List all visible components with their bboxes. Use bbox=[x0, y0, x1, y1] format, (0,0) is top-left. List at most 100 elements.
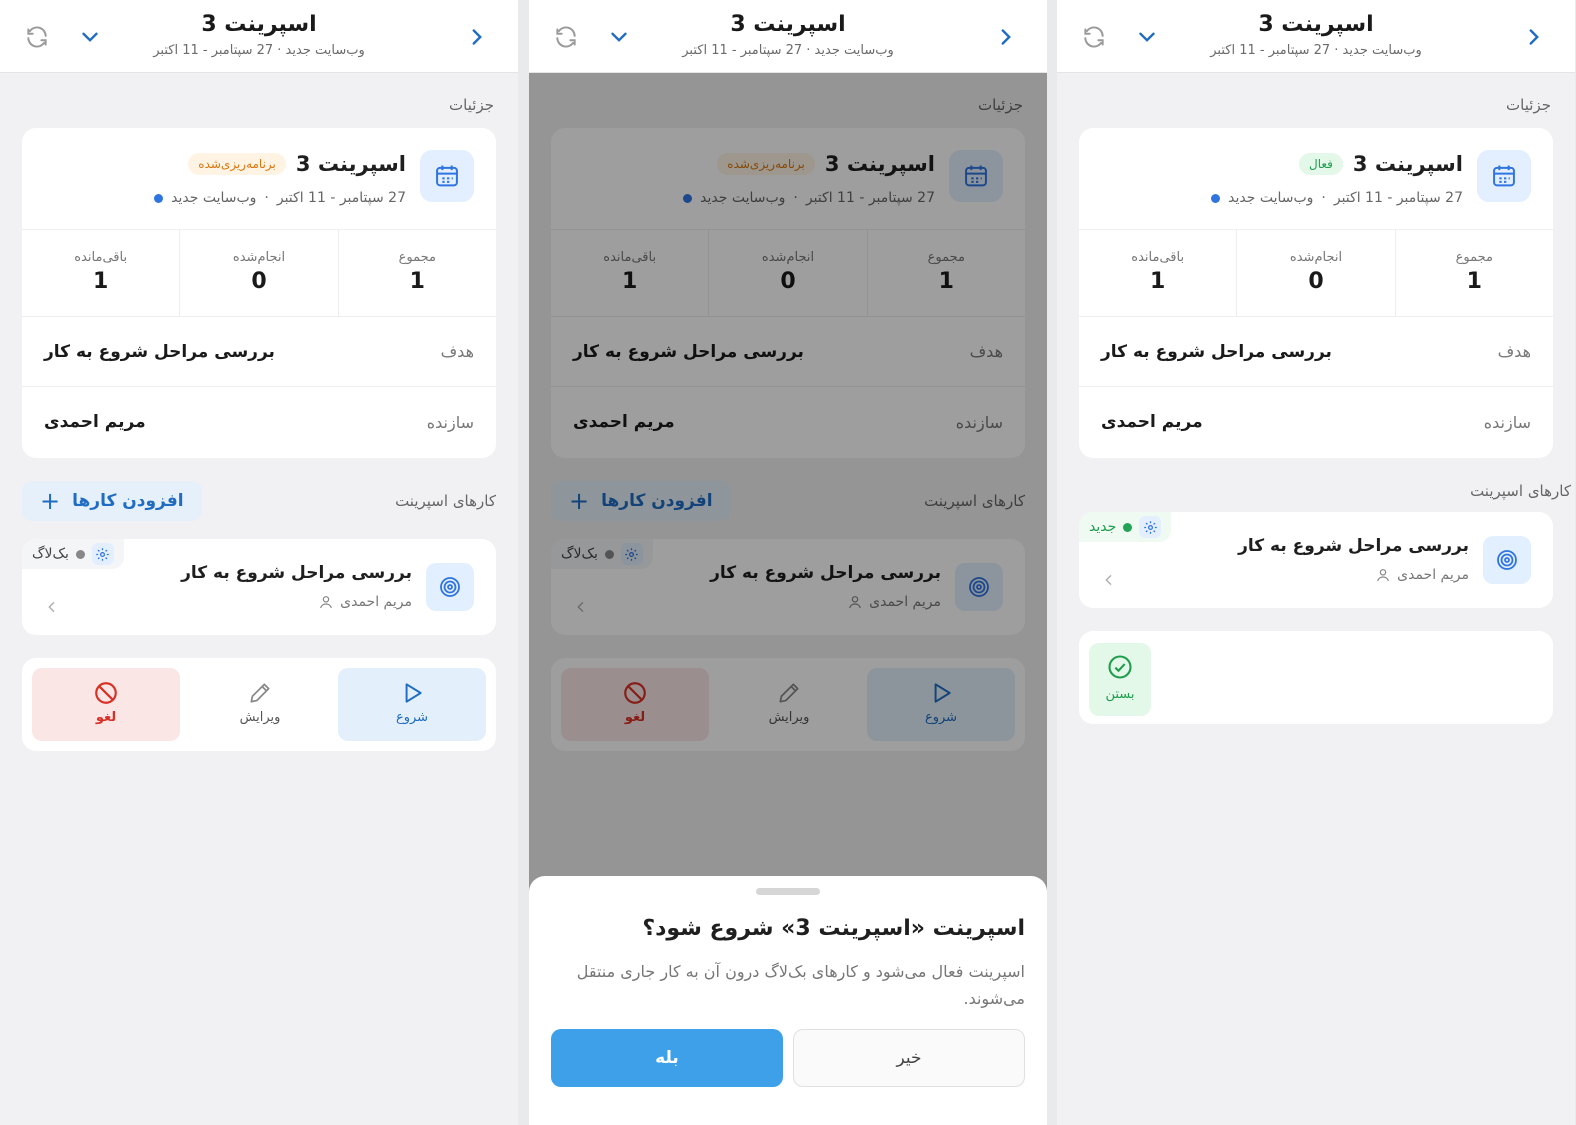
start-button[interactable]: شروع bbox=[338, 668, 486, 741]
creator-row: سازنده مریم احمدی bbox=[1079, 387, 1553, 457]
sprint-dates: 27 سپتامبر - 11 اکتبر bbox=[276, 190, 406, 206]
target-icon bbox=[1483, 536, 1531, 584]
app-header: اسپرینت 3 وب‌سایت جدید · 27 سپتامبر - 11… bbox=[0, 0, 518, 73]
app-header: اسپرینت 3 وب‌سایت جدید · 27 سپتامبر - 11… bbox=[529, 0, 1047, 73]
stat-total: مجموع 1 bbox=[337, 230, 496, 316]
screen-start-confirm: اسپرینت 3 وب‌سایت جدید · 27 سپتامبر - 11… bbox=[529, 0, 1047, 1125]
stat-label: باقی‌مانده bbox=[74, 250, 128, 265]
confirm-no-button[interactable]: خیر bbox=[793, 1029, 1025, 1087]
task-assignee: مریم احمدی bbox=[340, 594, 412, 610]
play-icon bbox=[405, 683, 422, 703]
calendar-icon bbox=[1477, 150, 1531, 202]
cancel-label: لغو bbox=[95, 710, 117, 725]
tasks-header: کارهای اسپرینت bbox=[1079, 482, 1571, 500]
stat-remaining: باقی‌مانده 1 bbox=[22, 230, 179, 316]
header-subtitle: وب‌سایت جدید · 27 سپتامبر - 11 اکتبر bbox=[153, 43, 365, 58]
details-label: جزئیات bbox=[1506, 96, 1551, 114]
chevron-left-icon bbox=[44, 599, 60, 615]
details-label: جزئیات bbox=[449, 96, 494, 114]
ban-icon bbox=[95, 682, 117, 704]
gear-icon bbox=[1139, 516, 1162, 538]
status-badge: برنامه‌ریزی‌شده bbox=[188, 153, 286, 175]
stat-value: 1 bbox=[93, 269, 109, 294]
sprint-summary-card: اسپرینت 3 برنامه‌ریزی‌شده وب‌سایت جدید ·… bbox=[22, 128, 496, 458]
edit-button[interactable]: ویرایش bbox=[186, 668, 334, 741]
task-card[interactable]: بررسی مراحل شروع به کار مریم احمدی بک‌لا… bbox=[22, 539, 496, 635]
task-assignee: مریم احمدی bbox=[1397, 567, 1469, 583]
creator-label: سازنده bbox=[426, 412, 474, 432]
stat-total: مجموع 1 bbox=[1394, 230, 1553, 316]
confirm-sheet: اسپرینت «اسپرینت 3» شروع شود؟ اسپرینت فع… bbox=[529, 876, 1047, 1125]
creator-row: سازنده مریم احمدی bbox=[22, 387, 496, 457]
pencil-icon bbox=[250, 683, 270, 703]
confirm-yes-button[interactable]: بله bbox=[551, 1029, 783, 1087]
task-status-label: بک‌لاگ bbox=[32, 546, 69, 562]
header-title: اسپرینت 3 bbox=[1258, 12, 1374, 37]
stats-row: مجموع 1 انجام‌شده 0 باقی‌مانده 1 bbox=[1079, 229, 1553, 317]
screen-sprint-active: اسپرینت 3 وب‌سایت جدید · 27 سپتامبر - 11… bbox=[1057, 0, 1575, 1125]
start-label: شروع bbox=[395, 710, 429, 725]
task-status: بک‌لاگ bbox=[22, 539, 124, 569]
sprint-summary-card: اسپرینت 3 فعال وب‌سایت جدید · 27 سپتامبر… bbox=[1079, 128, 1553, 458]
goal-value: بررسی مراحل شروع به کار bbox=[44, 341, 275, 362]
action-bar: بستن bbox=[1079, 631, 1553, 724]
status-badge: فعال bbox=[1298, 153, 1343, 175]
project-dot bbox=[1211, 193, 1221, 203]
stat-label: مجموع bbox=[398, 250, 436, 265]
stat-done: انجام‌شده 0 bbox=[1236, 230, 1394, 316]
app-header: اسپرینت 3 وب‌سایت جدید · 27 سپتامبر - 11… bbox=[1057, 0, 1575, 73]
header-subtitle: وب‌سایت جدید · 27 سپتامبر - 11 اکتبر bbox=[682, 43, 894, 58]
header-title: اسپرینت 3 bbox=[730, 12, 846, 37]
user-icon bbox=[320, 596, 333, 609]
action-bar: شروع ویرایش لغو bbox=[22, 658, 496, 751]
sprint-title: اسپرینت 3 bbox=[295, 152, 406, 176]
tasks-label: کارهای اسپرینت bbox=[1470, 482, 1571, 500]
stat-value: 1 bbox=[409, 269, 425, 294]
dialog-title: اسپرینت «اسپرینت 3» شروع شود؟ bbox=[642, 916, 1025, 941]
tasks-header: کارهای اسپرینت افزودن کارها + bbox=[22, 481, 496, 521]
chevron-right-icon[interactable] bbox=[464, 24, 490, 50]
chevron-left-icon bbox=[1101, 572, 1117, 588]
goal-label: هدف bbox=[440, 342, 474, 361]
stat-label: مجموع bbox=[1455, 250, 1493, 265]
goal-label: هدف bbox=[1497, 342, 1531, 361]
task-title: بررسی مراحل شروع به کار bbox=[1238, 536, 1469, 556]
project-dot bbox=[154, 193, 164, 203]
screen-sprint-planned: اسپرینت 3 وب‌سایت جدید · 27 سپتامبر - 11… bbox=[0, 0, 518, 1125]
chevron-right-icon[interactable] bbox=[1521, 24, 1547, 50]
stats-row: مجموع 1 انجام‌شده 0 باقی‌مانده 1 bbox=[22, 229, 496, 317]
header-title: اسپرینت 3 bbox=[201, 12, 317, 37]
task-status: جدید bbox=[1079, 512, 1172, 542]
gear-icon bbox=[91, 543, 114, 565]
goal-row: هدف بررسی مراحل شروع به کار bbox=[1079, 317, 1553, 387]
stat-label: باقی‌مانده bbox=[1131, 250, 1185, 265]
target-icon bbox=[426, 563, 474, 611]
chevron-right-icon[interactable] bbox=[993, 24, 1019, 50]
plus-icon: + bbox=[40, 487, 61, 515]
stat-value: 0 bbox=[1308, 269, 1324, 294]
add-tasks-button[interactable]: افزودن کارها + bbox=[22, 481, 202, 521]
project-name: وب‌سایت جدید bbox=[1228, 190, 1314, 206]
cancel-button[interactable]: لغو bbox=[32, 668, 180, 741]
sheet-handle[interactable] bbox=[756, 888, 820, 895]
close-sprint-button[interactable]: بستن bbox=[1089, 643, 1151, 716]
add-tasks-label: افزودن کارها bbox=[72, 491, 184, 511]
check-circle-icon bbox=[1108, 655, 1132, 679]
sprint-dates: 27 سپتامبر - 11 اکتبر bbox=[1333, 190, 1463, 206]
sprint-title: اسپرینت 3 bbox=[1352, 152, 1463, 176]
header-subtitle: وب‌سایت جدید · 27 سپتامبر - 11 اکتبر bbox=[1210, 43, 1422, 58]
creator-label: سازنده bbox=[1483, 412, 1531, 432]
task-card[interactable]: بررسی مراحل شروع به کار مریم احمدی جدید bbox=[1079, 512, 1553, 608]
stat-value: 0 bbox=[251, 269, 267, 294]
stat-done: انجام‌شده 0 bbox=[179, 230, 337, 316]
creator-value: مریم احمدی bbox=[1101, 412, 1203, 432]
calendar-icon bbox=[420, 150, 474, 202]
meta-separator: · bbox=[1321, 190, 1326, 206]
goal-row: هدف بررسی مراحل شروع به کار bbox=[22, 317, 496, 387]
user-icon bbox=[1377, 569, 1390, 582]
stat-value: 1 bbox=[1466, 269, 1482, 294]
task-title: بررسی مراحل شروع به کار bbox=[181, 563, 412, 583]
task-status-label: جدید bbox=[1089, 519, 1117, 535]
close-label: بستن bbox=[1105, 687, 1135, 702]
project-name: وب‌سایت جدید bbox=[171, 190, 257, 206]
